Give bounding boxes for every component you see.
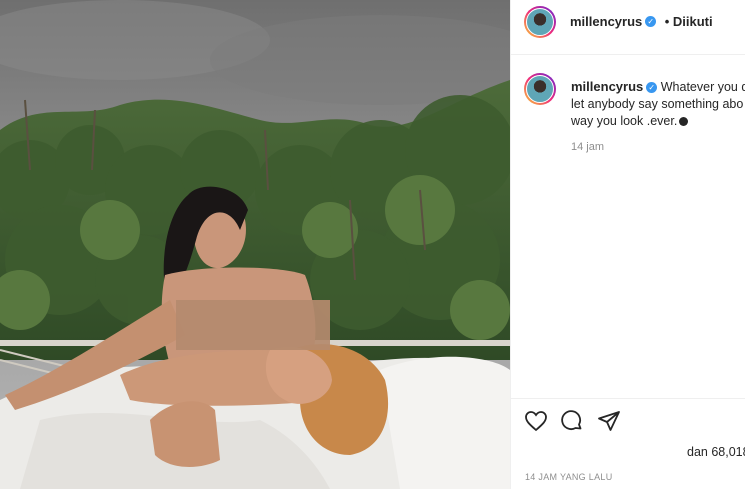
caption-timestamp: 14 jam xyxy=(571,141,605,153)
caption-line-3-text: way you look .ever. xyxy=(571,114,678,128)
caption-avatar[interactable] xyxy=(524,73,556,105)
likes-count[interactable]: dan 68,018 xyxy=(687,445,745,459)
post-time-ago: 14 JAM YANG LALU xyxy=(525,472,613,482)
post-image xyxy=(0,0,510,489)
verified-badge-icon: ✓ xyxy=(645,16,657,28)
caption-text: millencyrus ✓ Whatever you d let anybody … xyxy=(571,78,745,130)
post-side-panel: millencyrus ✓ • Diikuti millencyrus ✓ What… xyxy=(510,0,745,489)
comment-icon[interactable] xyxy=(560,409,586,435)
caption-line-2: let anybody say something abo xyxy=(571,97,744,111)
header-user: millencyrus ✓ • Diikuti xyxy=(570,13,713,31)
share-icon[interactable] xyxy=(597,409,623,435)
post-header: millencyrus ✓ • Diikuti xyxy=(511,0,745,55)
censor-box xyxy=(176,300,330,350)
following-button[interactable]: • Diikuti xyxy=(665,14,713,29)
caption-username-link[interactable]: millencyrus xyxy=(571,79,643,94)
caption-line-3: way you look .ever. xyxy=(571,113,745,130)
post-photo[interactable] xyxy=(0,0,510,489)
emoji-icon xyxy=(679,117,689,127)
username-link[interactable]: millencyrus xyxy=(570,14,642,29)
verified-badge-icon: ✓ xyxy=(646,82,658,94)
divider xyxy=(511,398,745,399)
heart-icon[interactable] xyxy=(524,409,550,435)
caption-line-1: Whatever you d xyxy=(660,80,745,94)
avatar[interactable] xyxy=(524,6,556,38)
